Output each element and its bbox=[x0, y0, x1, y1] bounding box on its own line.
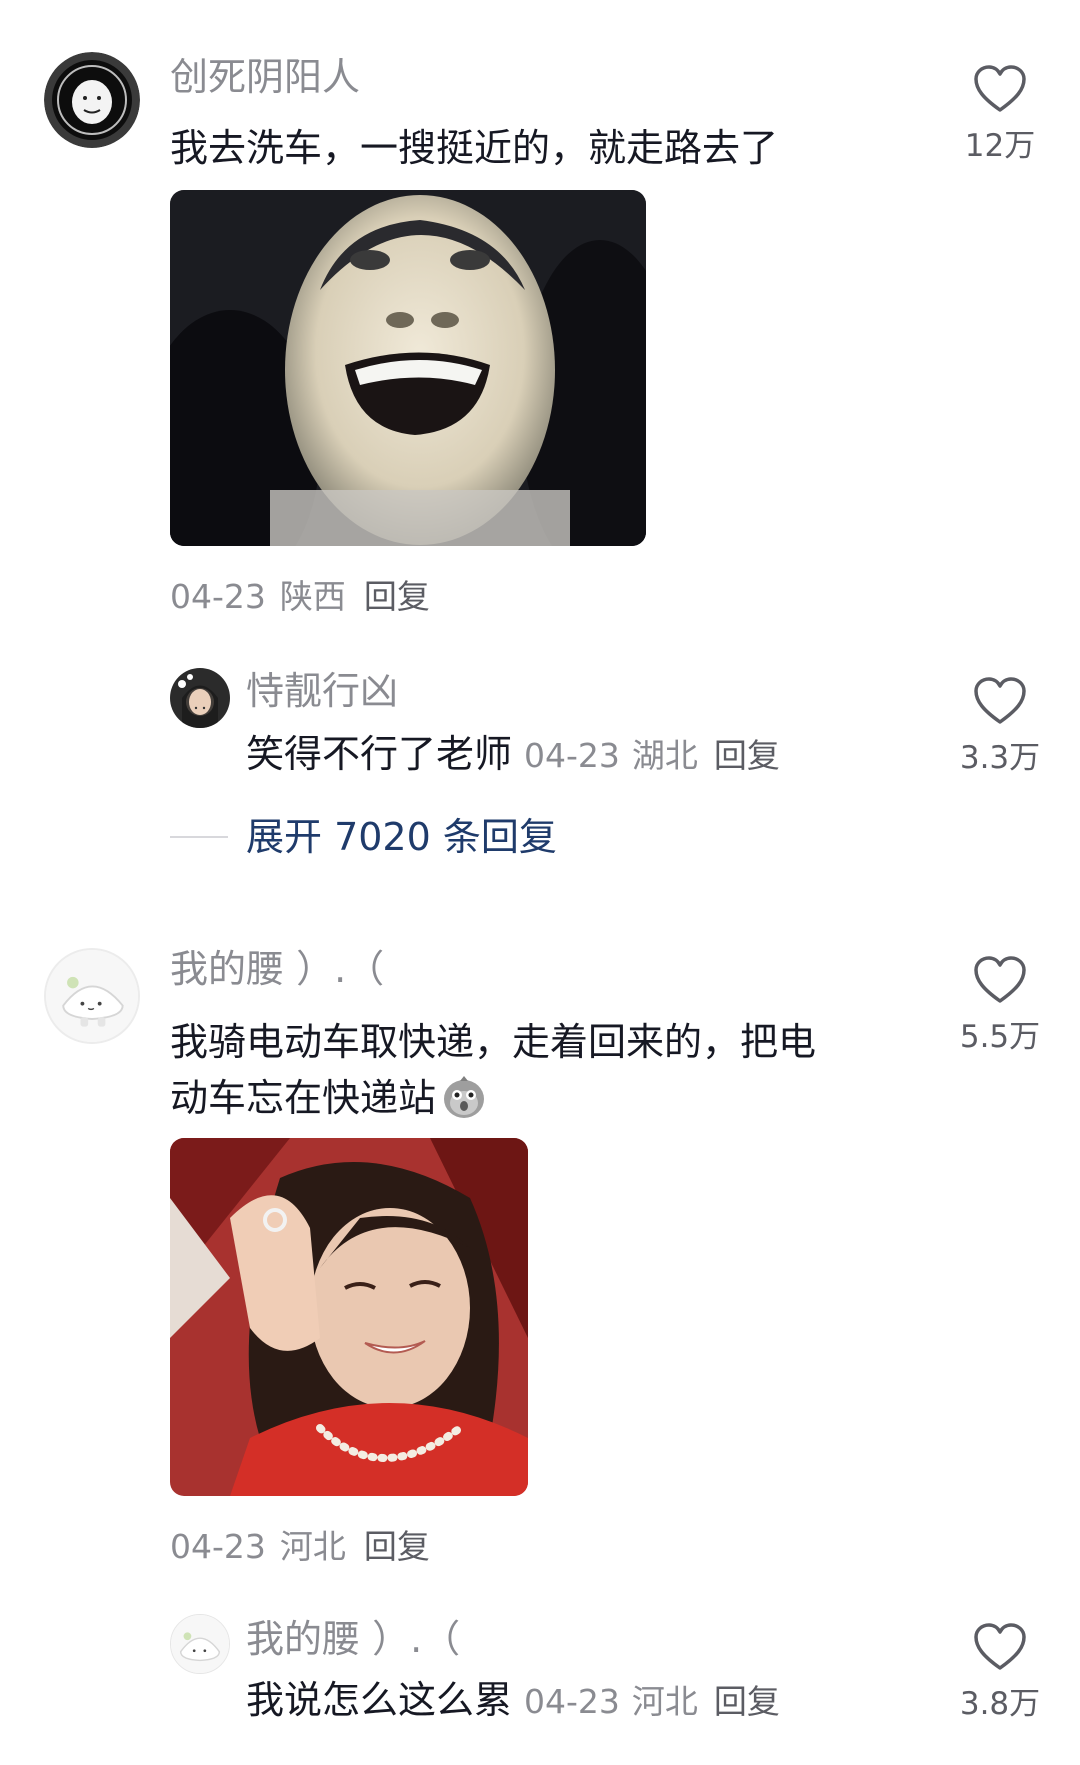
reply-meta: 04-23 湖北 回复 bbox=[524, 736, 780, 775]
heart-outline-icon bbox=[974, 677, 1026, 724]
avatar[interactable] bbox=[170, 1614, 230, 1674]
avatar[interactable] bbox=[44, 948, 140, 1044]
shocked-bird-emoji-icon bbox=[444, 1076, 485, 1118]
like-button[interactable]: 3.8万 bbox=[945, 1622, 1055, 1723]
avatar[interactable] bbox=[44, 52, 140, 148]
reply-region: 河北 bbox=[631, 1682, 698, 1721]
comment-text: 我去洗车，一搜挺近的，就走路去了 bbox=[170, 126, 779, 170]
girl-portrait-avatar-icon bbox=[170, 668, 230, 728]
reply-button[interactable]: 回复 bbox=[714, 1682, 780, 1721]
reply-username[interactable]: 恃靓行凶 bbox=[246, 672, 398, 710]
expand-divider bbox=[170, 836, 228, 838]
comment-region: 陕西 bbox=[279, 577, 346, 616]
like-count: 5.5万 bbox=[959, 1019, 1041, 1055]
comment-text: 我骑电动车取快递，走着回来的，把电 动车忘在快递站 bbox=[170, 1014, 890, 1126]
heart-outline-icon bbox=[974, 1623, 1026, 1670]
reply-text-line: 笑得不行了老师 04-23 湖北 回复 bbox=[246, 726, 866, 784]
plush-toy-avatar-icon bbox=[171, 1615, 229, 1673]
reply-button[interactable]: 回复 bbox=[364, 577, 430, 616]
comment-text-line: 我骑电动车取快递，走着回来的，把电 bbox=[170, 1020, 817, 1064]
reply-date: 04-23 bbox=[524, 736, 620, 775]
plush-toy-avatar-icon bbox=[46, 950, 138, 1042]
avatar[interactable] bbox=[170, 668, 230, 728]
reply-text-line: 我说怎么这么累 04-23 河北 回复 bbox=[246, 1672, 866, 1730]
reply-button[interactable]: 回复 bbox=[364, 1527, 430, 1566]
reply-region: 湖北 bbox=[631, 736, 698, 775]
comment-username[interactable]: 我的腰 ）.（ bbox=[170, 950, 384, 988]
like-count: 3.3万 bbox=[959, 740, 1041, 776]
comment-date: 04-23 bbox=[170, 577, 266, 616]
like-button[interactable]: 12万 bbox=[945, 64, 1055, 165]
reply-text: 笑得不行了老师 bbox=[246, 732, 513, 776]
laughing-face-meme-image bbox=[170, 190, 646, 546]
white-face-avatar-icon bbox=[44, 52, 140, 148]
smiling-woman-meme-image bbox=[170, 1138, 528, 1496]
comment-text-line-2: 动车忘在快递站 bbox=[170, 1070, 890, 1126]
reply-username[interactable]: 我的腰 ）.（ bbox=[246, 1620, 460, 1658]
heart-outline-icon bbox=[974, 956, 1026, 1003]
comment-image[interactable] bbox=[170, 190, 646, 546]
comment-image[interactable] bbox=[170, 1138, 528, 1496]
comment-text-line2: 动车忘在快递站 bbox=[170, 1076, 437, 1120]
comment-meta: 04-23 陕西 回复 bbox=[170, 580, 430, 613]
reply-date: 04-23 bbox=[524, 1682, 620, 1721]
comment-meta: 04-23 河北 回复 bbox=[170, 1530, 430, 1563]
like-button[interactable]: 5.5万 bbox=[945, 955, 1055, 1056]
expand-replies-button[interactable]: 展开 7020 条回复 bbox=[246, 818, 557, 856]
reply-text: 我说怎么这么累 bbox=[246, 1678, 513, 1722]
heart-outline-icon bbox=[974, 65, 1026, 112]
comment-username[interactable]: 创死阴阳人 bbox=[170, 58, 360, 96]
comment-date: 04-23 bbox=[170, 1527, 266, 1566]
like-count: 3.8万 bbox=[959, 1686, 1041, 1722]
like-button[interactable]: 3.3万 bbox=[945, 676, 1055, 777]
reply-meta: 04-23 河北 回复 bbox=[524, 1682, 780, 1721]
reply-button[interactable]: 回复 bbox=[714, 736, 780, 775]
like-count: 12万 bbox=[964, 128, 1036, 164]
comment-region: 河北 bbox=[279, 1527, 346, 1566]
